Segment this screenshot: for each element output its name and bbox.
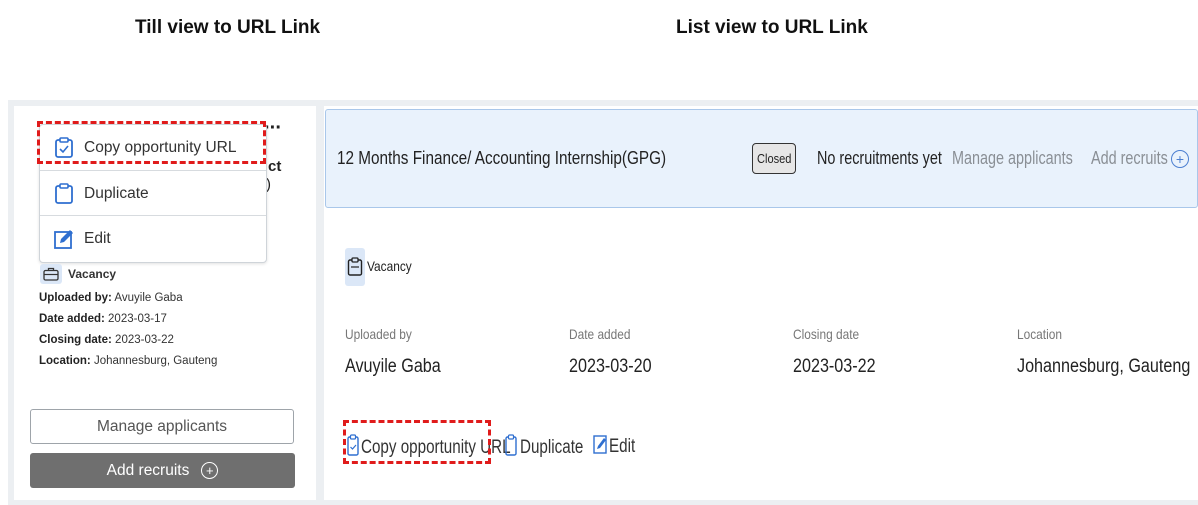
- clipboard-icon: [505, 434, 517, 462]
- menu-divider: [40, 170, 266, 171]
- action-label: Edit: [609, 436, 636, 457]
- clipboard-icon: [53, 183, 75, 205]
- menu-item-edit[interactable]: Edit: [40, 217, 266, 261]
- tile-title-fragment: ct: [268, 158, 282, 175]
- tile-uploaded-by: Uploaded by: Avuyile Gaba: [39, 292, 183, 304]
- field-value-location: Johannesburg, Gauteng: [1017, 356, 1191, 377]
- field-label-closing-date: Closing date: [793, 326, 860, 342]
- menu-divider: [40, 215, 266, 216]
- button-label: Manage applicants: [96, 417, 228, 435]
- field-value-uploaded-by: Avuyile Gaba: [345, 356, 441, 377]
- tile-date-added: Date added: 2023-03-17: [39, 313, 167, 325]
- list-type-label: Vacancy: [367, 258, 412, 274]
- edit-action[interactable]: Edit: [593, 434, 642, 460]
- status-badge: Closed: [752, 143, 796, 174]
- manage-applicants-button[interactable]: Manage applicants: [30, 409, 294, 444]
- menu-item-label: Edit: [84, 230, 111, 247]
- briefcase-icon: [40, 264, 62, 284]
- field-label-date-added: Date added: [569, 326, 631, 342]
- menu-item-duplicate[interactable]: Duplicate: [40, 172, 266, 216]
- field-label-uploaded-by: Uploaded by: [345, 326, 412, 342]
- manage-applicants-link[interactable]: Manage applicants: [952, 148, 1073, 169]
- duplicate-action[interactable]: Duplicate: [505, 434, 599, 462]
- edit-pencil-icon: [593, 434, 607, 460]
- highlight-box-copy-url-list: [343, 420, 491, 464]
- button-label: Add recruits: [106, 461, 190, 479]
- tile-location: Location: Johannesburg, Gauteng: [39, 355, 218, 367]
- edit-pencil-icon: [53, 228, 75, 250]
- field-value-date-added: 2023-03-20: [569, 356, 652, 377]
- field-label-location: Location: [1017, 326, 1062, 342]
- tile-type-label: Vacancy: [68, 267, 117, 281]
- tile-closing-date: Closing date: 2023-03-22: [39, 334, 174, 346]
- opportunity-title[interactable]: 12 Months Finance/ Accounting Internship…: [337, 148, 666, 169]
- list-view-heading: List view to URL Link: [676, 17, 868, 38]
- add-circle-icon[interactable]: +: [1171, 150, 1189, 168]
- tile-type-row: Vacancy: [40, 264, 116, 284]
- clipboard-list-icon: [345, 248, 365, 286]
- tile-view-heading: Till view to URL Link: [135, 17, 321, 38]
- add-recruits-button[interactable]: Add recruits +: [30, 453, 295, 488]
- recruitment-status: No recruitments yet: [817, 148, 942, 168]
- add-circle-icon: +: [201, 462, 219, 479]
- menu-item-label: Duplicate: [84, 185, 149, 202]
- highlight-box-copy-url-tile: [37, 121, 266, 164]
- field-value-closing-date: 2023-03-22: [793, 356, 876, 377]
- add-recruits-link[interactable]: Add recruits: [1091, 148, 1168, 169]
- action-label: Duplicate: [520, 437, 584, 458]
